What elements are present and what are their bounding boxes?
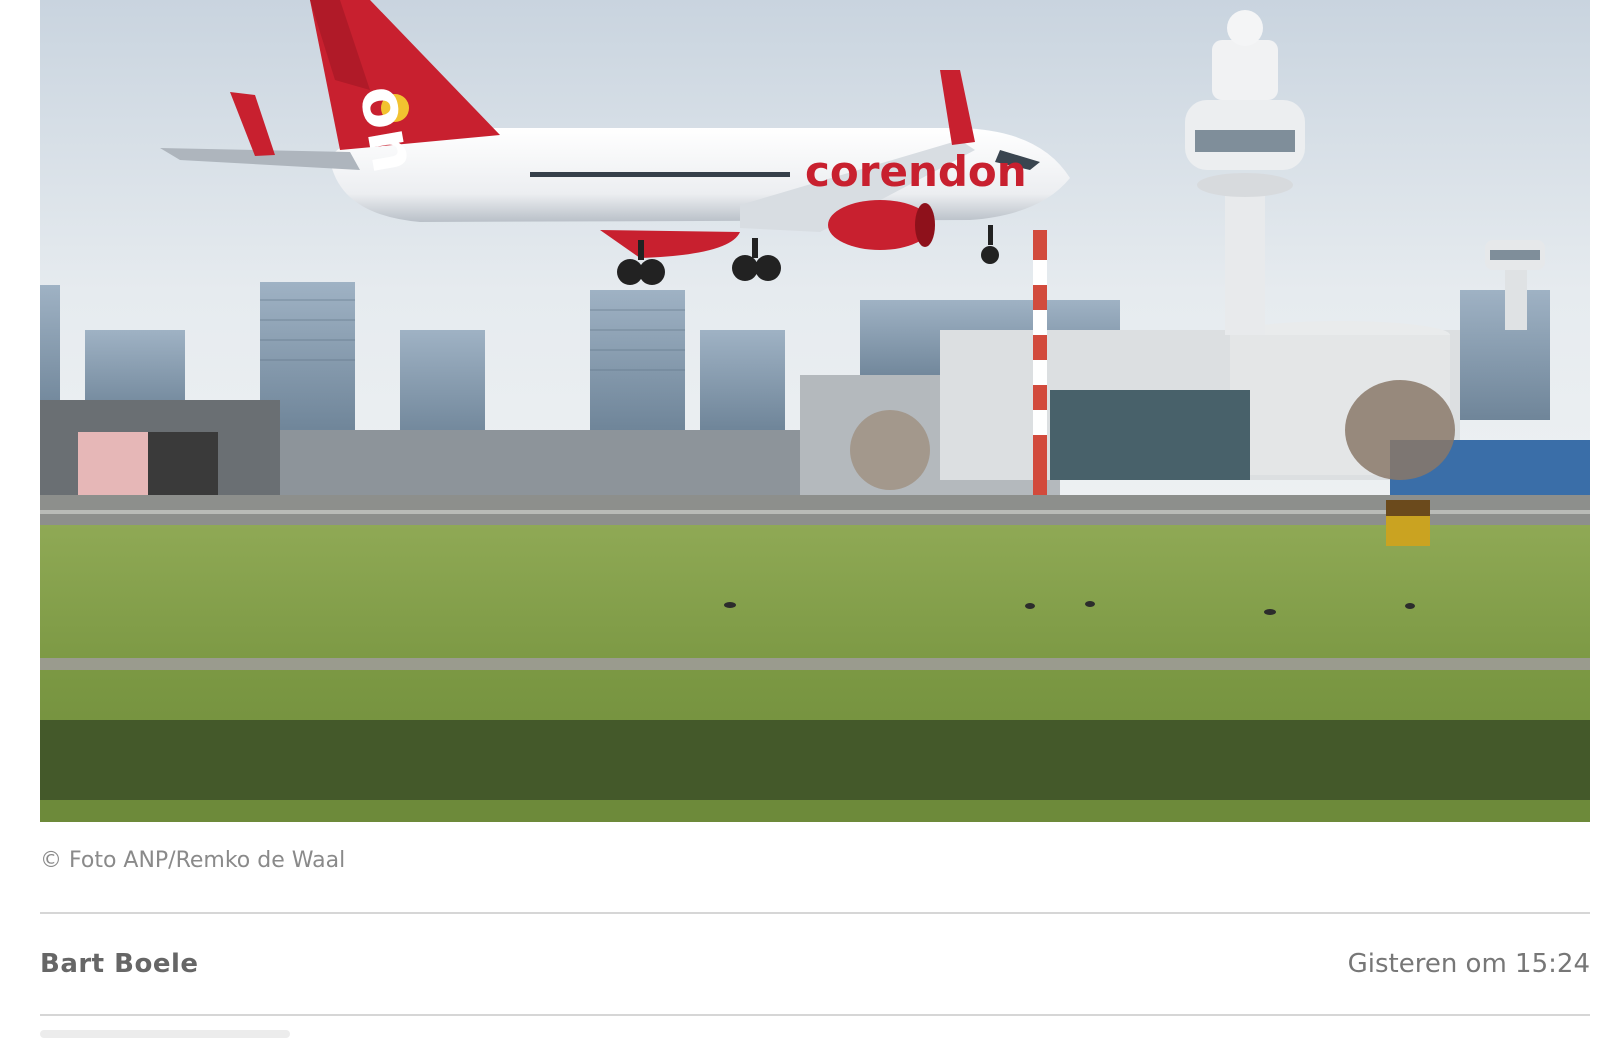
svg-text:on: on	[345, 80, 432, 178]
byline-row: Bart Boele Gisteren om 15:24	[40, 914, 1590, 1014]
hero-photo[interactable]: corendon on	[40, 0, 1590, 822]
svg-text:corendon: corendon	[805, 147, 1027, 196]
photo-credit: © Foto ANP/Remko de Waal	[40, 848, 346, 873]
airport-photo-illustration: corendon on	[40, 0, 1590, 822]
truncated-content	[40, 1016, 1590, 1038]
author-name[interactable]: Bart Boele	[40, 949, 199, 979]
publish-timestamp: Gisteren om 15:24	[1347, 949, 1590, 979]
checkered-board	[78, 432, 218, 500]
article: corendon on © Foto ANP/Remko de Waal Bar…	[40, 0, 1590, 1038]
